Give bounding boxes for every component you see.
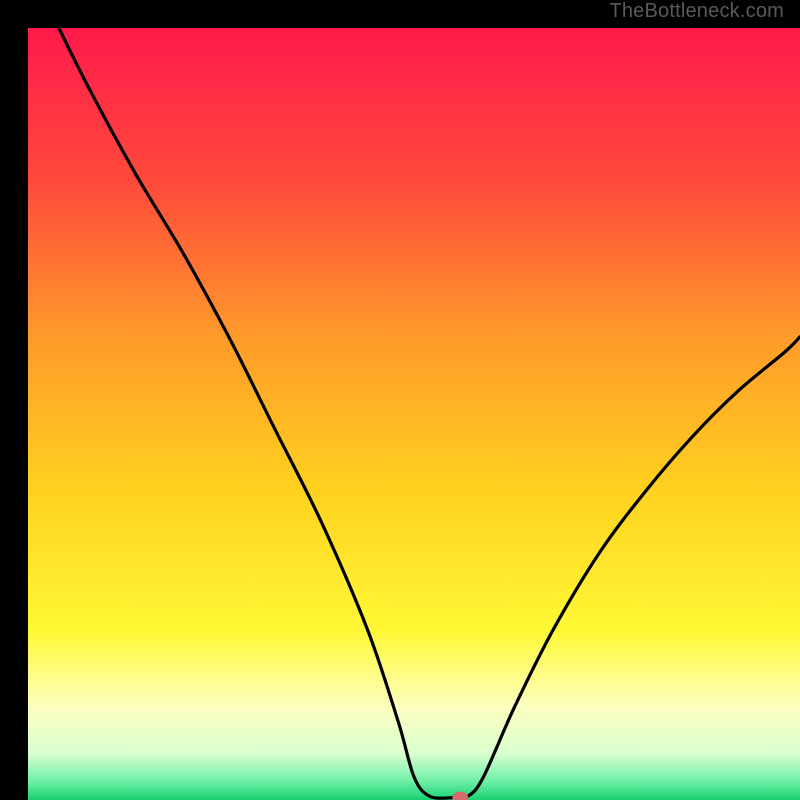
chart-frame xyxy=(14,14,786,786)
bottleneck-chart xyxy=(28,28,800,800)
watermark-label: TheBottleneck.com xyxy=(609,0,784,23)
gradient-background xyxy=(28,28,800,800)
